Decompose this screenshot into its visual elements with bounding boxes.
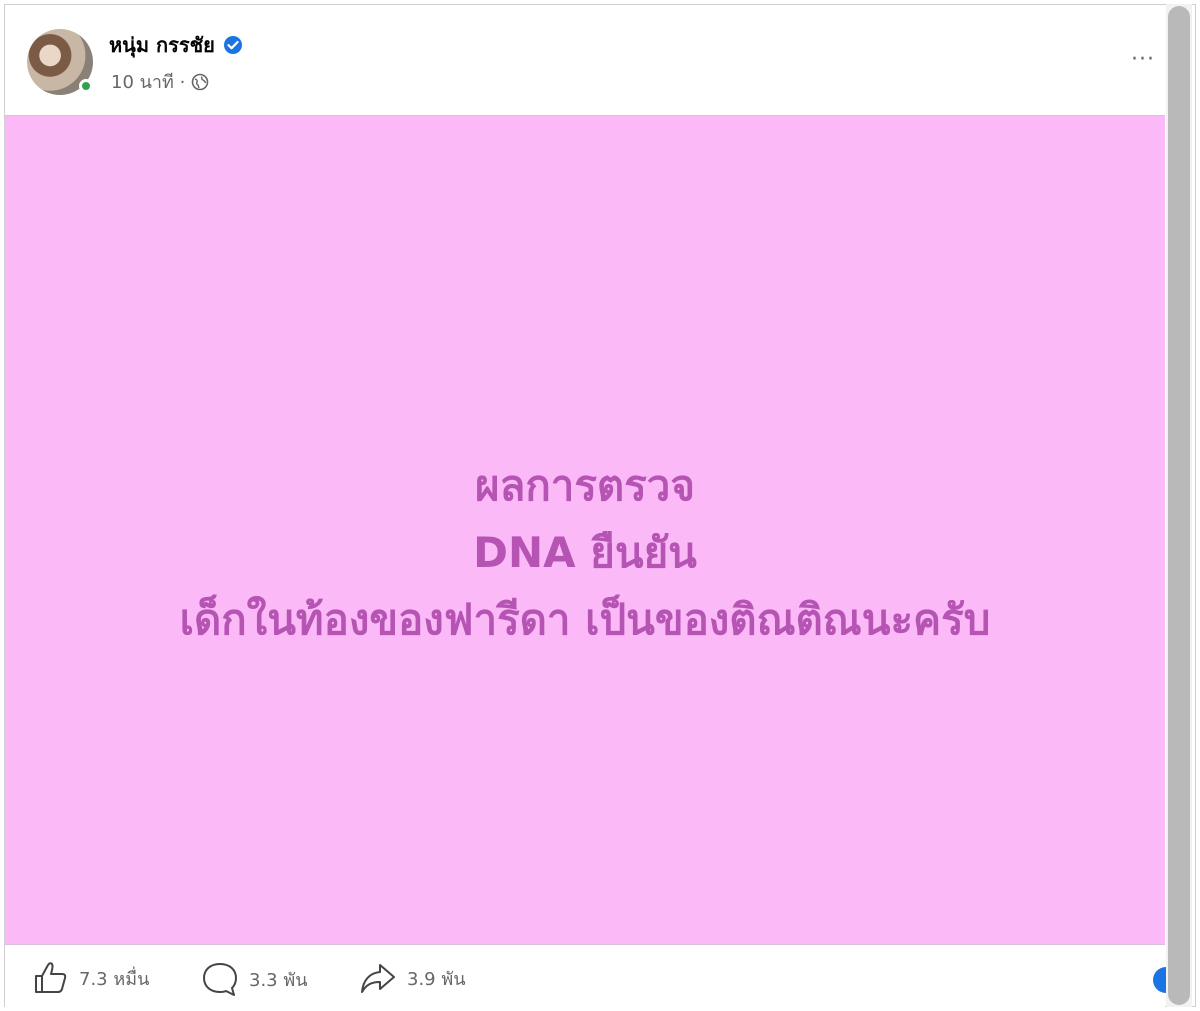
globe-icon[interactable] [191, 73, 209, 91]
like-count: 7.3 หมื่น [79, 968, 150, 990]
thumbs-up-icon [35, 962, 67, 993]
verified-badge-icon [223, 36, 242, 54]
scrollbar-thumb[interactable] [1168, 6, 1190, 1005]
post-text-line: เด็กในท้องของฟารีดา เป็นของติณติณนะครับ [179, 595, 991, 644]
post-text-line: ผลการตรวจ [475, 461, 695, 510]
post-footer: 7.3 หมื่น 3.3 พัน 3.9 พัน [5, 945, 1167, 1008]
post-meta: 10 นาที · [111, 67, 209, 96]
post-text: ผลการตรวจ DNA ยืนยัน เด็กในท้องของฟารีดา… [180, 452, 991, 653]
post-text-line: DNA ยืนยัน [473, 528, 697, 577]
post-timestamp[interactable]: 10 นาที · [111, 67, 185, 96]
facebook-post-card: หนุ่ม กรรชัย 10 นาที · ··· ผลการตรวจ DNA… [4, 4, 1196, 1008]
author-name[interactable]: หนุ่ม กรรชัย [109, 29, 215, 61]
comment-bubble-icon [203, 963, 237, 996]
share-arrow-icon [361, 964, 395, 993]
comment-count: 3.3 พัน [249, 969, 308, 991]
partial-reaction-icon [1153, 967, 1167, 993]
post-header: หนุ่ม กรรชัย 10 นาที · ··· [5, 5, 1195, 115]
online-status-dot [79, 79, 93, 93]
more-options-icon[interactable]: ··· [1131, 47, 1155, 72]
share-button[interactable]: 3.9 พัน [359, 961, 466, 995]
like-button[interactable]: 7.3 หมื่น [33, 961, 149, 995]
vertical-scrollbar[interactable] [1166, 4, 1192, 1007]
author-avatar[interactable] [27, 29, 93, 95]
comment-button[interactable]: 3.3 พัน [201, 961, 308, 997]
author-name-row: หนุ่ม กรรชัย [109, 29, 243, 61]
post-background-text: ผลการตรวจ DNA ยืนยัน เด็กในท้องของฟารีดา… [5, 115, 1165, 945]
share-count: 3.9 พัน [407, 968, 466, 990]
